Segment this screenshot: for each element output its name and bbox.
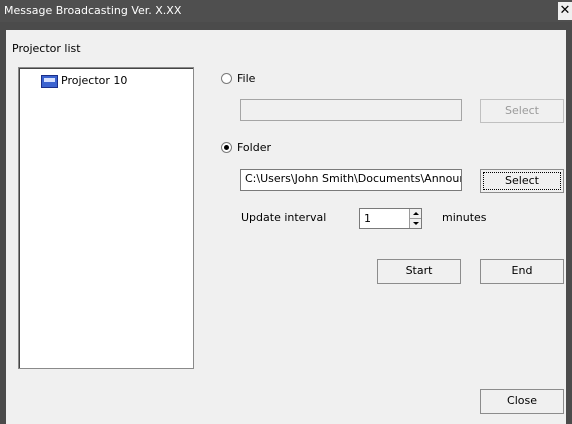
file-radio[interactable] <box>221 73 232 84</box>
folder-radio[interactable] <box>221 142 232 153</box>
title-bar: Message Broadcasting Ver. X.XX ✕ <box>0 0 572 22</box>
projector-listbox[interactable]: Projector 10 <box>18 67 194 369</box>
spinner-arrows <box>409 209 421 228</box>
update-interval-unit: minutes <box>442 211 487 224</box>
close-icon: ✕ <box>559 3 571 18</box>
file-radio-label: File <box>237 72 256 85</box>
close-button[interactable]: Close <box>480 389 564 414</box>
projector-name: Projector 10 <box>61 74 128 87</box>
end-button[interactable]: End <box>480 259 564 284</box>
update-interval-label: Update interval <box>241 211 327 224</box>
close-window-button[interactable]: ✕ <box>558 2 572 20</box>
spin-up-icon[interactable] <box>410 209 421 219</box>
window-title: Message Broadcasting Ver. X.XX <box>4 4 182 17</box>
folder-select-button[interactable]: Select <box>480 169 564 193</box>
folder-path-field[interactable]: C:\Users\John Smith\Documents\Announce <box>240 169 462 191</box>
start-button[interactable]: Start <box>377 259 461 284</box>
folder-radio-label: Folder <box>237 141 271 154</box>
spin-down-icon[interactable] <box>410 219 421 228</box>
projector-list-label: Projector list <box>12 42 81 55</box>
dialog-body: Projector list Projector 10 File Select … <box>6 30 566 424</box>
file-path-field[interactable] <box>240 99 462 121</box>
update-interval-spinner[interactable]: 1 <box>359 208 422 229</box>
projector-icon <box>41 75 58 88</box>
file-select-button[interactable]: Select <box>480 99 564 123</box>
message-broadcasting-window: Message Broadcasting Ver. X.XX ✕ Project… <box>0 0 572 424</box>
update-interval-value: 1 <box>364 212 371 225</box>
